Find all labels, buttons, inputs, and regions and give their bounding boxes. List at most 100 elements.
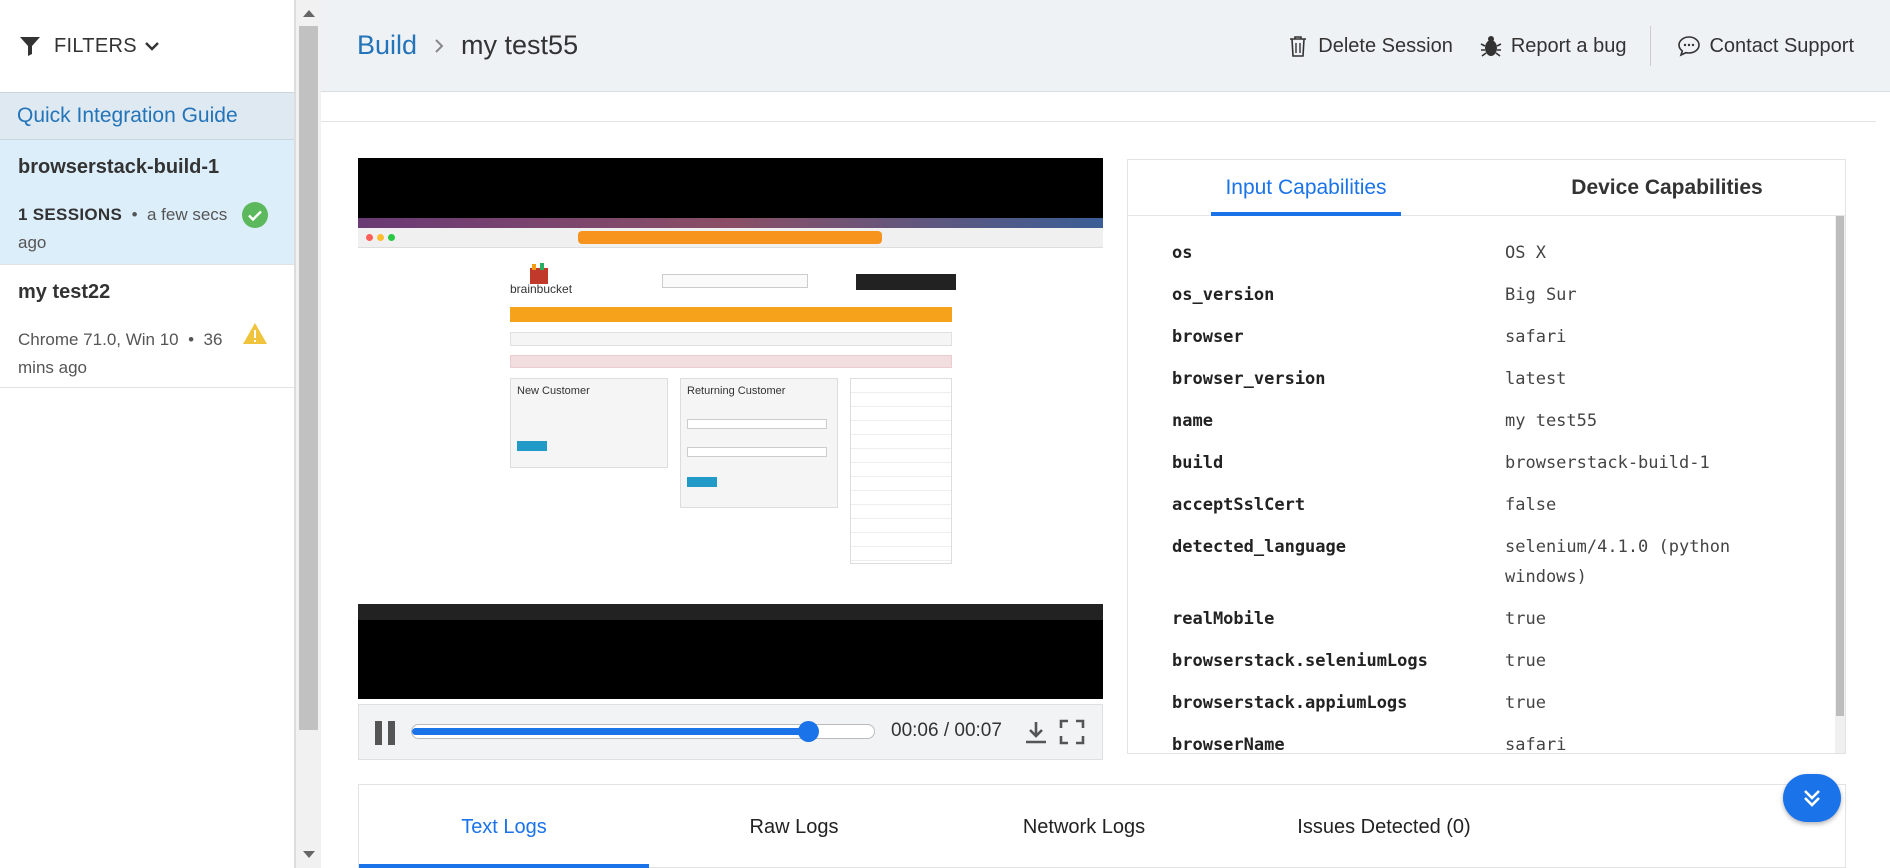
video-frame-footer <box>358 604 1103 620</box>
pause-button[interactable] <box>375 721 397 745</box>
delete-session-button[interactable]: Delete Session <box>1286 34 1453 58</box>
download-icon[interactable] <box>1023 719 1049 745</box>
video-progress-handle[interactable] <box>797 721 819 742</box>
double-chevron-down-icon <box>1804 790 1820 807</box>
capability-row: acceptSslCert false <box>1172 490 1812 520</box>
mac-menubar <box>358 218 1103 228</box>
trash-icon <box>1290 36 1307 57</box>
app-window: FILTERS Quick Integration Guide browsers… <box>0 0 1890 868</box>
url-bar <box>578 231 882 244</box>
capability-row: realMobile true <box>1172 604 1812 634</box>
divider <box>1650 26 1652 66</box>
tab-network-logs[interactable]: Network Logs <box>939 785 1229 868</box>
bug-icon <box>1480 36 1502 57</box>
capability-value: true <box>1505 651 1546 671</box>
video-progress-slider[interactable] <box>411 721 875 742</box>
capability-key: name <box>1172 411 1213 431</box>
session-video[interactable]: brainbucket New Customer Returning Custo… <box>358 158 1103 699</box>
site-logo-text: brainbucket <box>510 282 573 296</box>
quick-integration-guide-link[interactable]: Quick Integration Guide <box>0 92 294 140</box>
capability-key: acceptSslCert <box>1172 495 1306 515</box>
capability-row: build browserstack-build-1 <box>1172 448 1812 478</box>
tab-issues-detected[interactable]: Issues Detected (0) <box>1229 785 1539 868</box>
returning-customer-title: Returning Customer <box>687 385 786 397</box>
capabilities-tabs: Input Capabilities Device Capabilities <box>1128 160 1845 216</box>
new-customer-box: New Customer <box>510 378 668 468</box>
scrollbar-thumb[interactable] <box>1836 216 1844 716</box>
capabilities-panel: Input Capabilities Device Capabilities o… <box>1127 159 1846 754</box>
capability-key: build <box>1172 453 1224 473</box>
page-title: my test55 <box>461 30 579 60</box>
capability-value: true <box>1505 609 1546 629</box>
video-frame: brainbucket New Customer Returning Custo… <box>358 218 1103 620</box>
capability-value: selenium/4.1.0 (python windows) <box>1505 537 1731 587</box>
meta-separator: • <box>188 330 195 349</box>
capability-value: my test55 <box>1505 411 1598 431</box>
sub-toolbar <box>321 92 1890 122</box>
session-item[interactable]: browserstack-build-1 1 SESSIONS • a few … <box>0 140 294 265</box>
chevron-down-icon <box>145 42 159 51</box>
breadcrumb-build-link[interactable]: Build <box>357 30 417 61</box>
video-controls: 00:06 / 00:07 <box>358 704 1103 760</box>
contact-support-label: Contact Support <box>1709 34 1854 57</box>
breadcrumb: Build my test55 <box>357 30 578 61</box>
session-env: Chrome 71.0, Win 10 <box>18 330 179 349</box>
browser-toolbar <box>358 228 1103 248</box>
capability-row: browserstack.appiumLogs true <box>1172 688 1812 718</box>
returning-customer-box: Returning Customer <box>680 378 838 508</box>
header-actions: Delete Session Report a bug Contact Supp… <box>1260 0 1854 92</box>
site-search <box>662 274 808 288</box>
capability-key: browserstack.appiumLogs <box>1172 693 1408 713</box>
sidebar-scrollbar[interactable] <box>295 0 321 868</box>
contact-support-button[interactable]: Contact Support <box>1677 34 1854 58</box>
scroll-up-arrow-icon[interactable] <box>303 10 315 17</box>
filters-toggle[interactable]: FILTERS <box>0 0 294 92</box>
capability-value: Big Sur <box>1505 285 1577 305</box>
capability-key: os <box>1172 243 1193 263</box>
report-bug-label: Report a bug <box>1510 34 1627 57</box>
page-scrollbar[interactable] <box>1876 92 1890 868</box>
site-nav <box>510 307 952 322</box>
chat-bubble-icon <box>1678 36 1701 57</box>
site-warning <box>510 355 952 368</box>
video-progress-fill <box>412 728 808 735</box>
page-header: Build my test55 Delete Session Report a … <box>321 0 1890 92</box>
fullscreen-icon[interactable] <box>1059 719 1085 745</box>
capability-value: latest <box>1505 369 1567 389</box>
tab-device-capabilities[interactable]: Device Capabilities <box>1552 160 1782 216</box>
capabilities-list: os OS X os_version Big Sur browser safari b… <box>1172 238 1812 753</box>
sidebar: FILTERS Quick Integration Guide browsers… <box>0 0 295 868</box>
site-account-menu <box>850 378 952 564</box>
session-name: browserstack-build-1 <box>18 156 220 178</box>
filters-label: FILTERS <box>54 34 137 57</box>
tab-raw-logs[interactable]: Raw Logs <box>649 785 939 868</box>
report-bug-button[interactable]: Report a bug <box>1479 34 1627 58</box>
scroll-down-button[interactable] <box>1783 774 1841 822</box>
session-meta: Chrome 71.0, Win 10 • 36 mins ago <box>18 326 228 382</box>
capability-value: browserstack-build-1 <box>1505 453 1710 473</box>
check-circle-icon <box>242 202 268 228</box>
scrollbar-thumb[interactable] <box>299 26 318 730</box>
site-breadcrumb <box>510 332 952 346</box>
site-cart <box>856 274 956 290</box>
capability-row: os OS X <box>1172 238 1812 268</box>
capability-key: detected_language <box>1172 537 1346 557</box>
capability-value: true <box>1505 693 1546 713</box>
capabilities-scrollbar[interactable] <box>1835 216 1845 753</box>
capability-row: browserstack.seleniumLogs true <box>1172 646 1812 676</box>
video-time: 00:06 / 00:07 <box>891 720 1002 741</box>
capability-row: browser_version latest <box>1172 364 1812 394</box>
chevron-right-icon <box>435 38 444 53</box>
session-name: my test22 <box>18 281 111 303</box>
meta-separator: • <box>131 205 138 224</box>
capability-key: browser_version <box>1172 369 1326 389</box>
capability-row: detected_language selenium/4.1.0 (python … <box>1172 532 1812 592</box>
tab-input-capabilities[interactable]: Input Capabilities <box>1211 160 1401 216</box>
tab-text-logs[interactable]: Text Logs <box>359 785 649 868</box>
warning-icon <box>243 323 267 344</box>
capability-row: name my test55 <box>1172 406 1812 436</box>
capability-key: browserstack.seleniumLogs <box>1172 651 1428 671</box>
capability-value: false <box>1505 495 1557 515</box>
scroll-down-arrow-icon[interactable] <box>303 851 315 858</box>
session-item[interactable]: my test22 Chrome 71.0, Win 10 • 36 mins … <box>0 265 294 388</box>
